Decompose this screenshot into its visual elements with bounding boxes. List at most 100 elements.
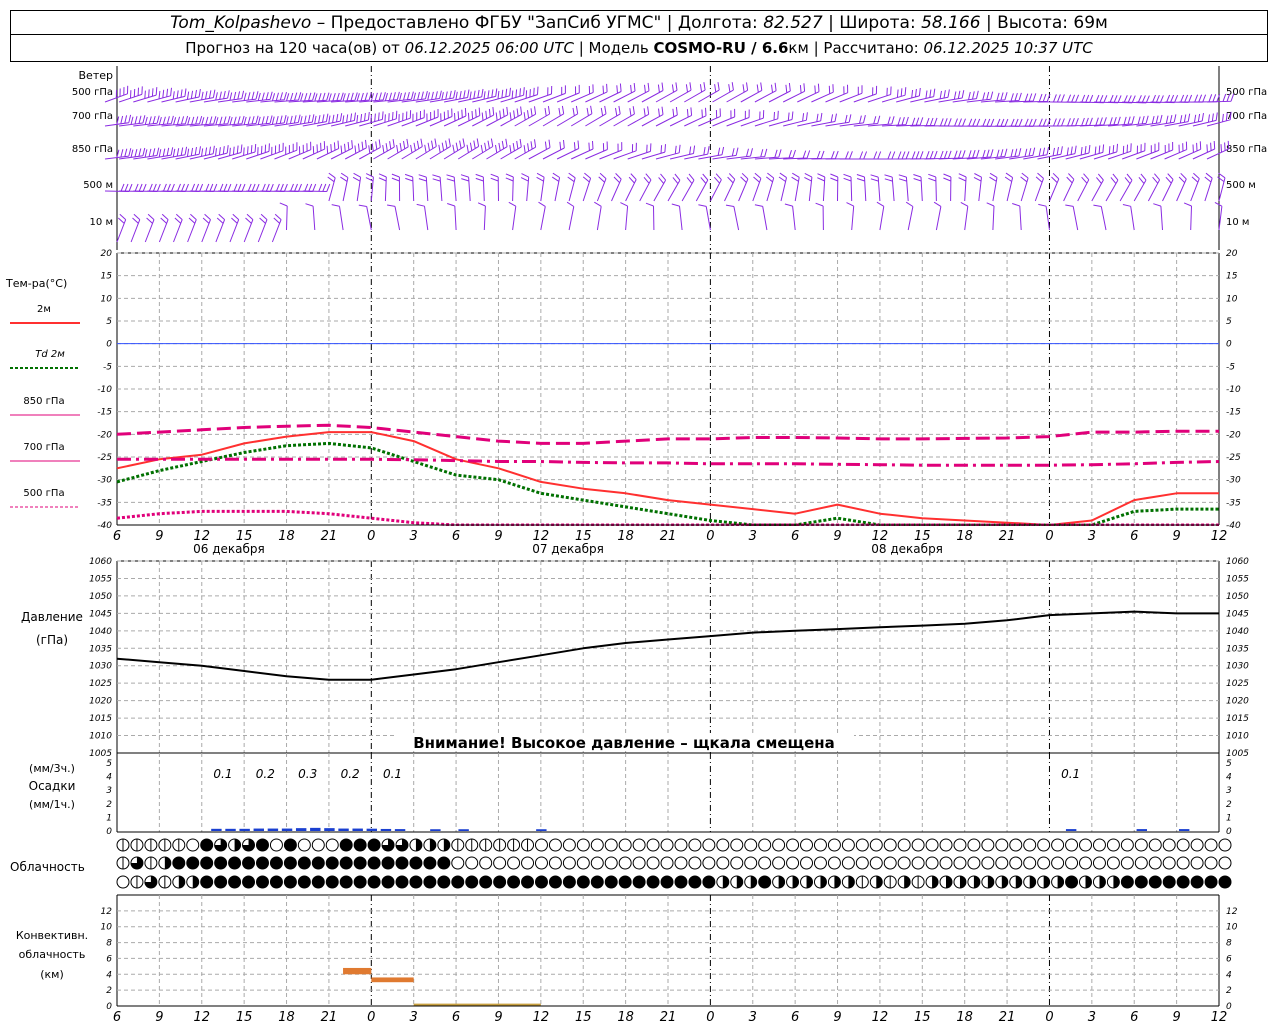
time-axis-top-tick: 21 — [321, 529, 338, 544]
cloud-symbol — [1218, 875, 1232, 889]
cloud-symbol — [576, 838, 590, 852]
cloud-symbol — [1148, 875, 1162, 889]
chart_data.3-ytick-left: 1 — [106, 813, 112, 823]
cloud-symbol — [200, 856, 214, 870]
wind-barb — [1122, 204, 1135, 231]
cloud-symbol — [786, 856, 800, 870]
chart_data.1-ytick-right: 15 — [1226, 272, 1238, 282]
wind-barb — [896, 87, 921, 103]
cloud-symbol — [618, 856, 632, 870]
cloud-symbol — [981, 856, 995, 870]
cloud-symbol — [562, 838, 576, 852]
wind-barb — [867, 151, 896, 160]
cloud-symbol — [297, 856, 311, 870]
cloud-symbol — [883, 856, 897, 870]
wind-barb — [161, 88, 187, 103]
precip-bar — [324, 828, 335, 831]
wind-barb — [853, 85, 878, 103]
wind-barb — [116, 213, 127, 243]
precip-bar — [253, 828, 264, 831]
cloud-symbol — [269, 838, 283, 852]
cloud-symbol — [325, 856, 339, 870]
chart_data.1-ytick-left: 0 — [106, 340, 112, 350]
wind-barb — [1133, 173, 1147, 202]
cloud-symbol — [967, 856, 981, 870]
cloud-symbol — [576, 875, 590, 889]
cloud-symbol — [827, 838, 841, 852]
cloud-symbol — [1190, 875, 1204, 889]
cloud-symbol — [855, 838, 869, 852]
cloud-symbol-part — [959, 876, 966, 888]
wind-barb — [391, 173, 401, 202]
chart_data.2-ytick-left: 1040 — [89, 627, 112, 637]
wind-barb — [905, 201, 914, 231]
cloud-symbol-part — [1001, 876, 1008, 888]
conv-ylabel-1: Конвективн. — [16, 929, 88, 942]
wind-level-left: 500 м — [83, 180, 113, 191]
wind-barb — [566, 201, 575, 231]
chart_data.1-ytick-left: -40 — [97, 521, 112, 531]
cloud-symbol — [590, 856, 604, 870]
time-axis-bottom-tick: 0 — [367, 1010, 375, 1024]
wind-barb — [667, 173, 681, 202]
time-axis-bottom-tick: 15 — [575, 1010, 592, 1024]
cloud-symbol — [813, 838, 827, 852]
cloud-symbol — [688, 856, 702, 870]
wind-level-left: 700 гПа — [72, 111, 113, 122]
wind-barb — [536, 172, 545, 202]
chart_data.5-ytick-left: 4 — [106, 970, 112, 980]
wind-barb — [1119, 173, 1133, 202]
chart_data.5-ytick-right: 2 — [1226, 986, 1232, 996]
time-axis-bottom-tick: 18 — [278, 1010, 295, 1024]
cloud-symbol — [339, 838, 353, 852]
cloud-symbol — [1162, 875, 1176, 889]
chart_data.5-ytick-right: 8 — [1226, 939, 1232, 949]
chart_data.3-ytick-left: 4 — [106, 773, 112, 783]
chart_data.2-ytick-left: 1060 — [89, 557, 112, 567]
chart_data.1-ytick-right: -40 — [1226, 521, 1241, 531]
cloud-symbol — [604, 875, 618, 889]
cloud-symbol — [325, 875, 339, 889]
cloud-symbol — [269, 875, 283, 889]
cloud-symbol-part — [750, 876, 757, 888]
cloud-symbol — [883, 838, 897, 852]
cloud-symbol — [911, 838, 925, 852]
cloud-symbol — [939, 856, 953, 870]
wind-barb — [1034, 172, 1044, 202]
cloud-symbol — [521, 856, 535, 870]
wind-barb — [490, 173, 499, 202]
wind-barb — [1065, 204, 1079, 231]
chart_data.5-ytick-right: 6 — [1226, 954, 1232, 964]
chart_data.2-ytick-left: 1045 — [89, 609, 112, 619]
wind-barb — [173, 213, 183, 243]
wind-barb — [1091, 173, 1104, 202]
wind-barb — [910, 88, 936, 103]
wind-barb — [671, 203, 683, 231]
temp-legend-label: 2м — [37, 304, 51, 315]
temp-legend-label: 850 гПа — [23, 396, 64, 407]
time-axis-bottom-tick: 9 — [155, 1010, 163, 1024]
chart_data.2-ytick-right: 1045 — [1226, 609, 1249, 619]
wind-barb — [825, 84, 849, 103]
cloud-symbol — [548, 856, 562, 870]
wind-barb — [599, 142, 623, 160]
cloud-symbol — [1218, 856, 1232, 870]
chart_data.1-ytick-left: -10 — [97, 385, 112, 395]
wind-barb — [784, 203, 796, 231]
chart_data.3-ytick-right: 1 — [1226, 813, 1232, 823]
chart_data.3-ytick-right: 5 — [1226, 759, 1232, 769]
cloud-symbol — [702, 838, 716, 852]
time-axis-bottom-tick: 0 — [706, 1010, 714, 1024]
cloud-symbol — [897, 856, 911, 870]
chart_data.2-ytick-right: 1050 — [1226, 592, 1249, 602]
precip-bar — [310, 827, 321, 831]
precip-bar — [1178, 829, 1190, 831]
cloud-symbol-part — [234, 839, 241, 851]
time-axis-top-tick: 9 — [1172, 529, 1180, 544]
wind-barb — [144, 213, 155, 243]
wind-barb — [418, 174, 429, 202]
wind-level-right: 500 м — [1226, 180, 1256, 191]
wind-barb — [876, 201, 885, 231]
temp-legend-label: Td 2м — [35, 349, 65, 360]
cloud-symbol — [1065, 875, 1079, 889]
